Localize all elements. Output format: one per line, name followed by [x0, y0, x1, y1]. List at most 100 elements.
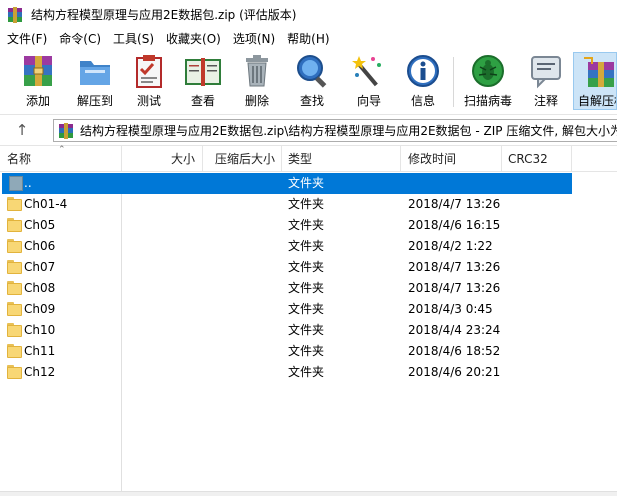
column-header-crc[interactable]: CRC32 — [502, 146, 572, 172]
extract-to-button[interactable]: 解压到 — [73, 52, 117, 110]
status-bar — [0, 491, 617, 496]
add-label: 添加 — [25, 94, 50, 108]
file-type: 文件夹 — [288, 218, 325, 232]
file-type: 文件夹 — [288, 302, 325, 316]
add-archive-icon — [18, 52, 58, 90]
winrar-window: 结构方程模型原理与应用2E数据包.zip (评估版本) 文件(F) 命令(C) … — [0, 0, 617, 496]
sort-ascending-icon: ⌃ — [58, 145, 66, 155]
folder-icon — [7, 344, 22, 358]
menu-commands[interactable]: 命令(C) — [53, 29, 107, 49]
file-modified: 2018/4/7 13:26 — [408, 260, 501, 274]
file-name: Ch05 — [24, 218, 56, 232]
column-header-row: ⌃ 名称 大小 压缩后大小 类型 修改时间 CRC32 — [0, 145, 617, 172]
extract-to-label: 解压到 — [76, 94, 113, 108]
folder-icon — [7, 218, 22, 232]
file-name: .. — [24, 176, 32, 190]
delete-button[interactable]: 删除 — [237, 52, 277, 110]
file-name: Ch12 — [24, 365, 56, 379]
table-row[interactable]: Ch08 文件夹 2018/4/7 13:26 — [0, 278, 617, 299]
menu-tools[interactable]: 工具(S) — [107, 29, 160, 49]
file-modified: 2018/4/3 0:45 — [408, 302, 493, 316]
winrar-app-icon — [7, 6, 23, 23]
file-name: Ch10 — [24, 323, 56, 337]
window-title: 结构方程模型原理与应用2E数据包.zip (评估版本) — [31, 8, 297, 22]
view-button[interactable]: 查看 — [182, 52, 224, 110]
info-label: 信息 — [410, 94, 435, 108]
view-icon — [183, 52, 223, 90]
folder-icon — [7, 365, 22, 379]
file-modified: 2018/4/6 16:15 — [408, 218, 501, 232]
file-name: Ch08 — [24, 281, 56, 295]
column-header-size[interactable]: 大小 — [122, 146, 203, 172]
virus-scan-button[interactable]: 扫描病毒 — [462, 52, 514, 110]
file-modified: 2018/4/7 13:26 — [408, 281, 501, 295]
table-row[interactable]: Ch07 文件夹 2018/4/7 13:26 — [0, 257, 617, 278]
info-icon — [403, 52, 443, 90]
wizard-label: 向导 — [356, 94, 381, 108]
menu-help[interactable]: 帮助(H) — [281, 29, 335, 49]
file-type: 文件夹 — [288, 260, 325, 274]
test-icon — [129, 52, 169, 90]
path-field[interactable]: 结构方程模型原理与应用2E数据包.zip\结构方程模型原理与应用2E数据包 - … — [53, 119, 617, 142]
file-type: 文件夹 — [288, 365, 325, 379]
find-button[interactable]: 查找 — [292, 52, 332, 110]
wizard-icon — [349, 52, 389, 90]
comment-icon — [526, 52, 566, 90]
file-type: 文件夹 — [288, 176, 325, 190]
comment-label: 注释 — [533, 94, 558, 108]
find-icon — [292, 52, 332, 90]
folder-icon — [7, 323, 22, 337]
sfx-icon — [580, 53, 616, 90]
table-row[interactable]: Ch12 文件夹 2018/4/6 20:21 — [0, 362, 617, 383]
arrow-up-icon: ↑ — [15, 120, 29, 139]
comment-button[interactable]: 注释 — [526, 52, 566, 110]
folder-icon — [7, 197, 22, 211]
menu-options[interactable]: 选项(N) — [227, 29, 281, 49]
column-header-packed[interactable]: 压缩后大小 — [203, 146, 282, 172]
delete-label: 删除 — [244, 94, 269, 108]
wizard-button[interactable]: 向导 — [349, 52, 389, 110]
view-label: 查看 — [190, 94, 215, 108]
table-row[interactable]: Ch09 文件夹 2018/4/3 0:45 — [0, 299, 617, 320]
table-row[interactable]: Ch06 文件夹 2018/4/2 1:22 — [0, 236, 617, 257]
up-one-level-button[interactable]: ↑ — [0, 116, 44, 144]
folder-icon — [7, 239, 22, 253]
toolbar: 添加 解压到 测试 查看 删除 查找 向导 信息 扫描病毒 注释 自解压 — [0, 49, 617, 114]
parent-folder-icon — [9, 176, 23, 191]
find-label: 查找 — [299, 94, 324, 108]
test-button[interactable]: 测试 — [130, 52, 168, 110]
table-row[interactable]: Ch05 文件夹 2018/4/6 16:15 — [0, 215, 617, 236]
column-header-modified[interactable]: 修改时间 — [401, 146, 502, 172]
table-row[interactable]: Ch11 文件夹 2018/4/6 18:52 — [0, 341, 617, 362]
table-row-parent[interactable]: .. 文件夹 — [2, 173, 572, 194]
add-button[interactable]: 添加 — [17, 52, 59, 110]
info-button[interactable]: 信息 — [403, 52, 443, 110]
file-type: 文件夹 — [288, 239, 325, 253]
file-modified: 2018/4/6 20:21 — [408, 365, 501, 379]
folder-icon — [7, 281, 22, 295]
test-label: 测试 — [136, 94, 161, 108]
file-modified: 2018/4/4 23:24 — [408, 323, 501, 337]
extract-to-icon — [75, 52, 115, 90]
toolbar-separator — [453, 57, 454, 107]
file-modified: 2018/4/6 18:52 — [408, 344, 501, 358]
column-header-type[interactable]: 类型 — [282, 146, 401, 172]
file-list: ⌃ 名称 大小 压缩后大小 类型 修改时间 CRC32 .. 文件夹 Ch01-… — [0, 145, 617, 492]
sfx-button[interactable]: 自解压格 — [573, 52, 617, 110]
table-row[interactable]: Ch10 文件夹 2018/4/4 23:24 — [0, 320, 617, 341]
file-type: 文件夹 — [288, 323, 325, 337]
column-header-name[interactable]: ⌃ 名称 — [0, 145, 122, 172]
file-name: Ch07 — [24, 260, 56, 274]
menu-file[interactable]: 文件(F) — [0, 29, 53, 49]
path-text: 结构方程模型原理与应用2E数据包.zip\结构方程模型原理与应用2E数据包 - … — [80, 124, 617, 138]
virus-scan-icon — [468, 52, 508, 90]
file-name: Ch11 — [24, 344, 56, 358]
file-type: 文件夹 — [288, 281, 325, 295]
folder-icon — [7, 260, 22, 274]
table-row[interactable]: Ch01-4 文件夹 2018/4/7 13:26 — [0, 194, 617, 215]
file-type: 文件夹 — [288, 344, 325, 358]
file-name: Ch09 — [24, 302, 56, 316]
menu-favorites[interactable]: 收藏夹(O) — [160, 29, 227, 49]
folder-icon — [7, 302, 22, 316]
file-modified: 2018/4/2 1:22 — [408, 239, 493, 253]
